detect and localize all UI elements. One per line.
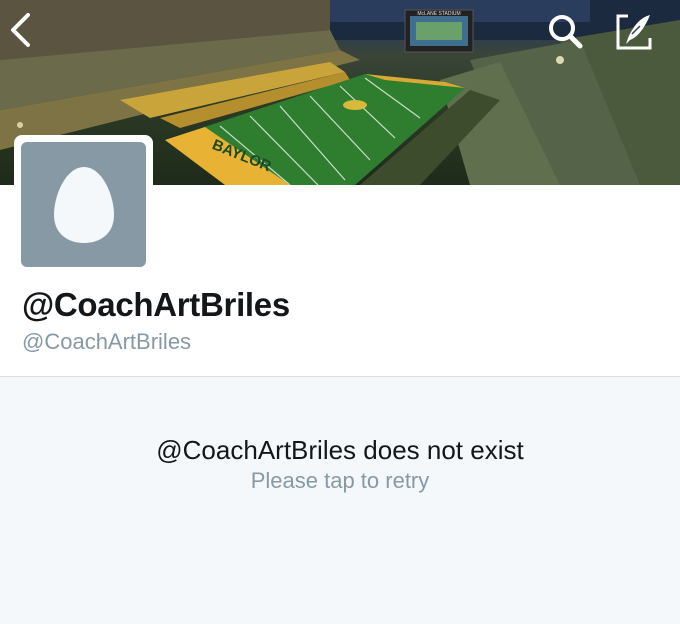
error-title: @CoachArtBriles does not exist (156, 435, 524, 465)
error-panel[interactable]: @CoachArtBriles does not exist Please ta… (0, 377, 680, 624)
default-avatar (21, 142, 146, 267)
compose-icon (616, 14, 652, 50)
chevron-left-icon (11, 13, 30, 47)
search-button[interactable] (546, 12, 594, 60)
retry-prompt[interactable]: Please tap to retry (0, 468, 680, 494)
scoreboard-label: McLANE STADIUM (417, 11, 460, 17)
search-icon (549, 15, 583, 49)
egg-icon (53, 166, 114, 243)
profile-screen-name: @CoachArtBriles (22, 329, 192, 354)
avatar[interactable] (14, 135, 153, 274)
profile-display-name: @CoachArtBriles (22, 286, 290, 323)
back-button[interactable] (6, 12, 54, 60)
compose-button[interactable] (614, 12, 662, 60)
